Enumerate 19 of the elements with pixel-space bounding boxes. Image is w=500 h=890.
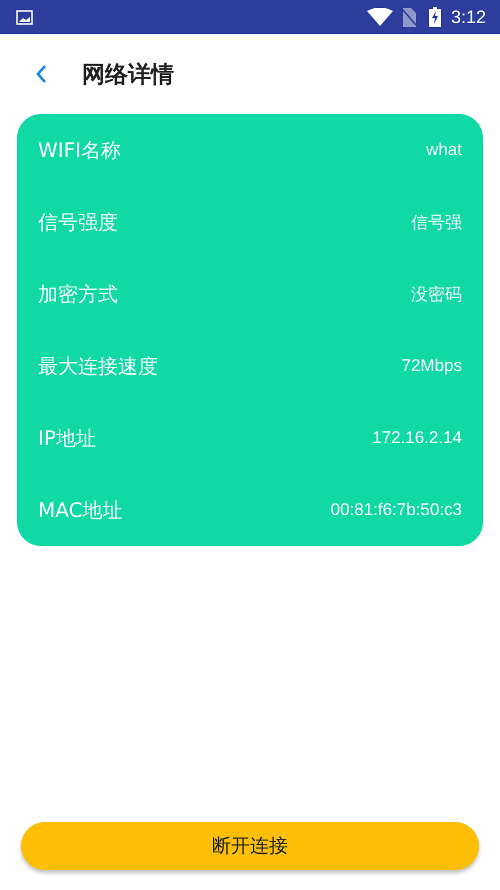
detail-value: 172.16.2.14	[372, 428, 462, 448]
detail-label: WIFI名称	[38, 136, 122, 164]
status-time: 3:12	[450, 6, 486, 28]
detail-value: 没密码	[411, 284, 462, 306]
detail-value: 信号强	[411, 212, 462, 234]
image-icon	[16, 10, 33, 24]
detail-label: IP地址	[38, 424, 96, 452]
detail-label: 信号强度	[38, 208, 118, 236]
detail-value: 00:81:f6:7b:50:c3	[330, 500, 462, 520]
detail-label: MAC地址	[38, 496, 123, 524]
detail-label: 最大连接速度	[38, 352, 158, 380]
battery-charging-icon	[428, 7, 441, 27]
no-sim-icon	[400, 8, 417, 26]
wifi-icon	[366, 8, 393, 26]
detail-value: 72Mbps	[402, 356, 462, 376]
page-title: 网络详情	[82, 60, 174, 90]
detail-value: what	[426, 140, 462, 160]
detail-label: 加密方式	[38, 280, 118, 308]
disconnect-button[interactable]: 断开连接	[21, 822, 479, 870]
